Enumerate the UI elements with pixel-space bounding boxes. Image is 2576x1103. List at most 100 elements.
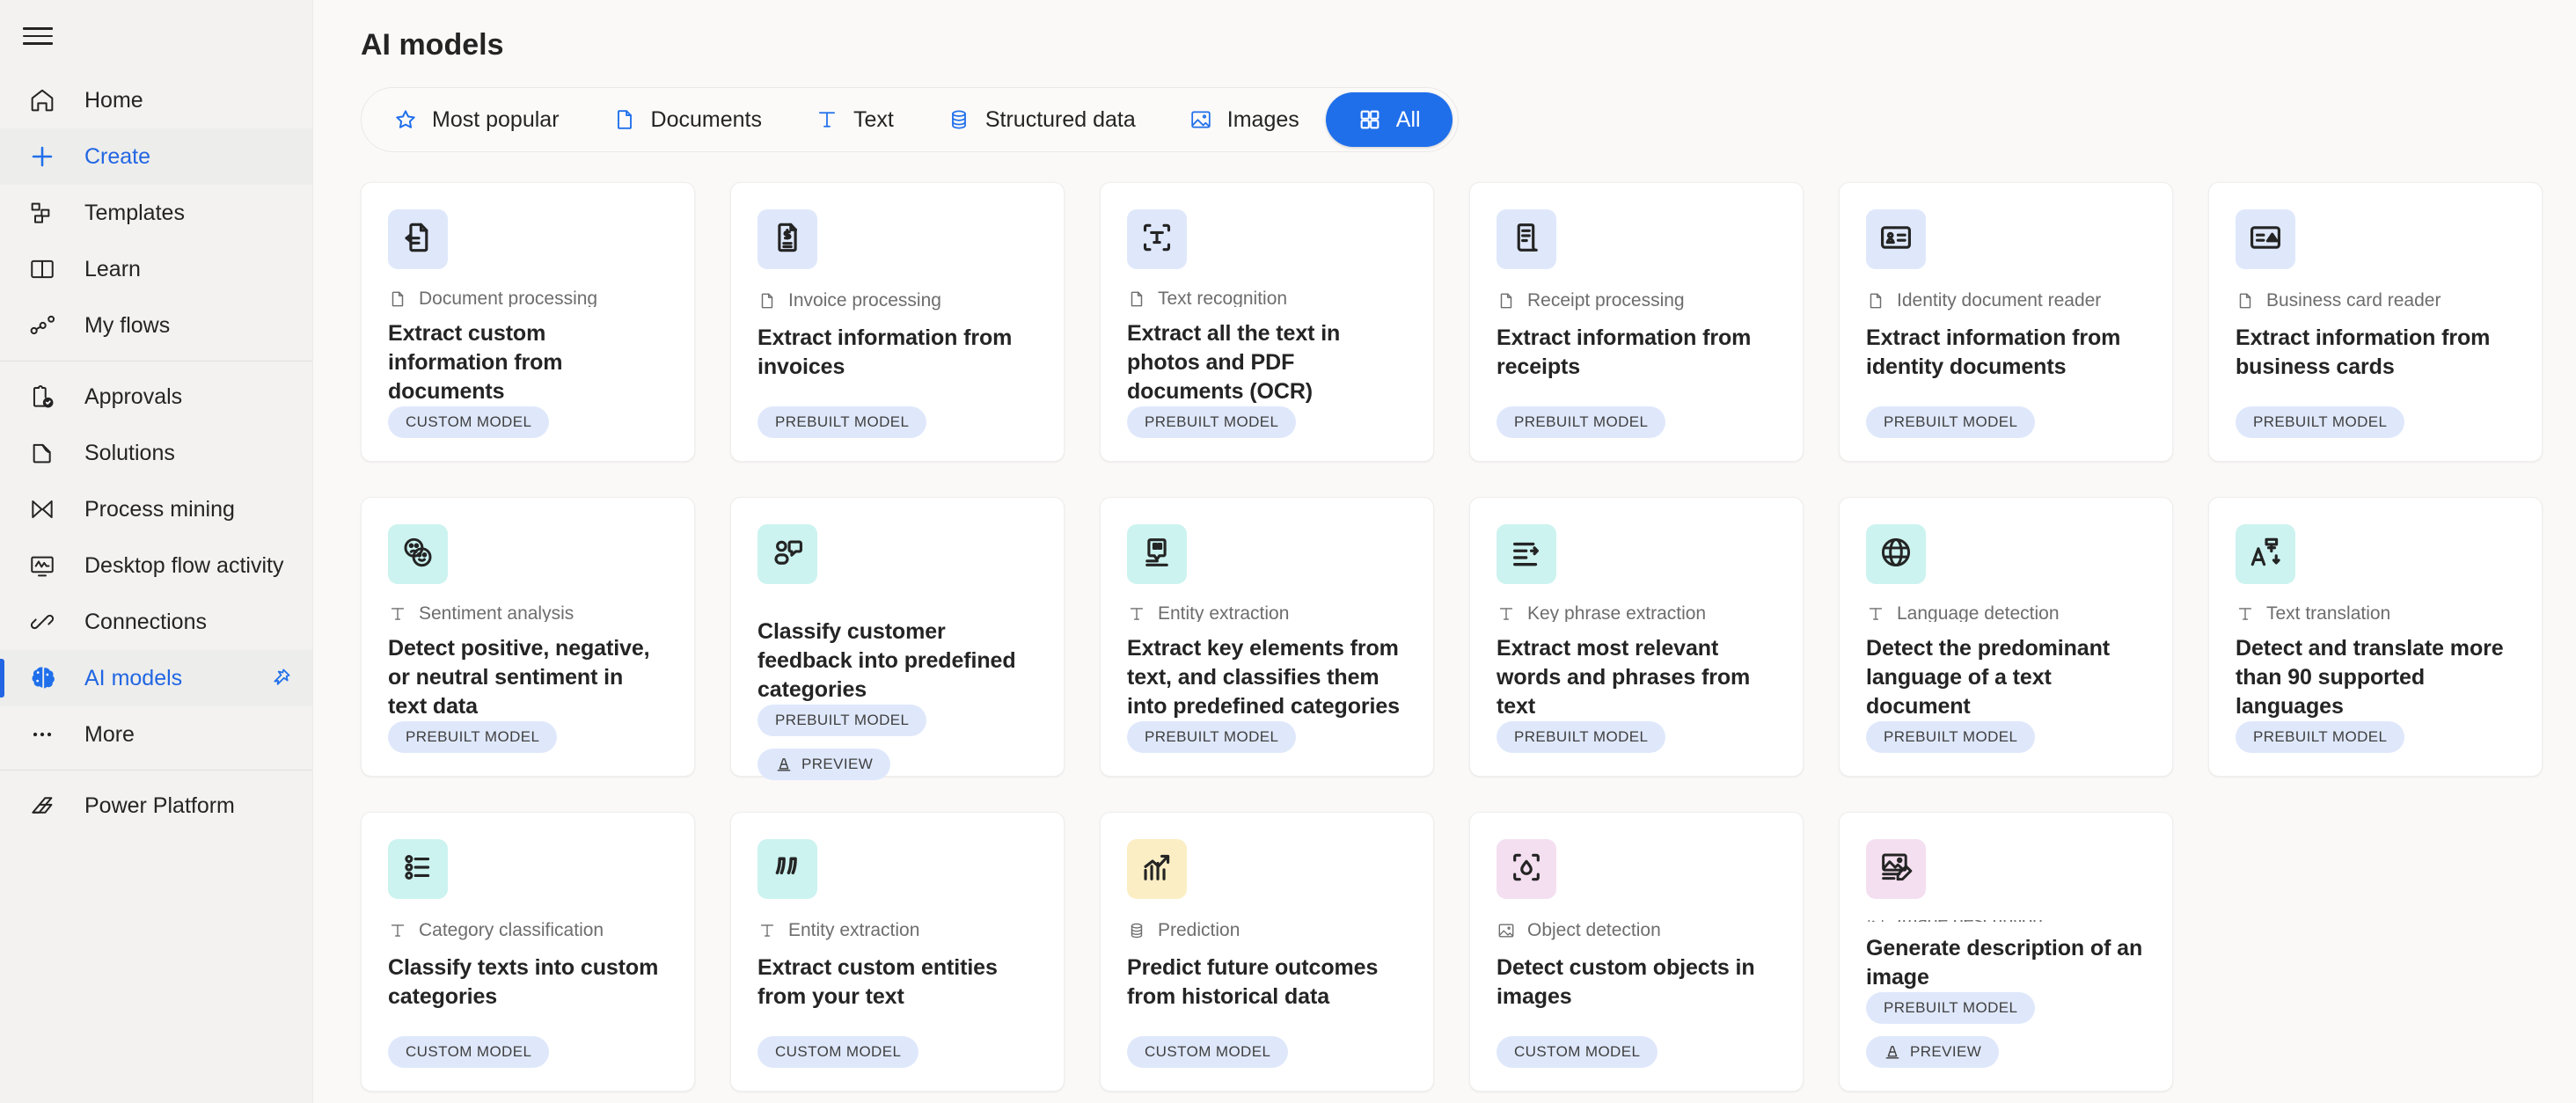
card-badges: CUSTOM MODEL [388, 1036, 668, 1068]
image-icon [1189, 107, 1213, 132]
filter-label: Structured data [984, 106, 1136, 132]
model-card[interactable]: Sentiment analysis Detect positive, negat… [361, 497, 695, 777]
card-category: Entity extraction [757, 920, 1037, 941]
card-category-label: Sentiment analysis [419, 605, 574, 622]
filter-text[interactable]: Text [788, 92, 920, 147]
card-category: Sentiment analysis [388, 605, 668, 622]
card-category: Identity document reader [1866, 290, 2146, 311]
model-card[interactable]: Object detection Detect custom objects in… [1469, 812, 1804, 1092]
card-badges: PREBUILT MODEL PREVIEW [757, 705, 1037, 780]
sidebar-item-desktop-flow-activity[interactable]: Desktop flow activity [0, 537, 312, 594]
card-headline: Extract custom information from document… [388, 321, 563, 404]
sidebar-item-my-flows[interactable]: My flows [0, 297, 312, 354]
filter-images[interactable]: Images [1162, 92, 1326, 147]
model-card[interactable]: Invoice processing Extract information fr… [730, 182, 1065, 462]
sentiment-faces-icon [399, 534, 436, 575]
card-category: Entity extraction [1127, 605, 1407, 622]
card-icon-tile [1127, 524, 1187, 584]
pin-icon[interactable] [268, 666, 293, 690]
model-card[interactable]: Key phrase extraction Extract most releva… [1469, 497, 1804, 777]
sidebar-item-solutions[interactable]: Solutions [0, 425, 312, 481]
book-icon [23, 250, 62, 289]
card-icon-tile [757, 524, 817, 584]
model-card[interactable]: Image description Generate description of… [1839, 812, 2173, 1092]
card-badges: PREBUILT MODEL PREVIEW [1866, 992, 2146, 1068]
filter-label: Documents [650, 106, 762, 132]
model-card[interactable]: Language detection Detect the predominant… [1839, 497, 2173, 777]
filter-all[interactable]: All [1325, 92, 1453, 147]
sidebar-item-create[interactable]: Create [0, 128, 312, 185]
filter-documents[interactable]: Documents [586, 92, 788, 147]
model-card[interactable]: Category classification Classify texts in… [361, 812, 695, 1092]
card-badges: PREBUILT MODEL [388, 721, 668, 753]
model-cards-grid: Document processing Extract custom inform… [313, 152, 2576, 1103]
card-category-label: Object detection [1527, 920, 1661, 940]
document-icon [612, 107, 637, 132]
badge-prebuilt-model: PREBUILT MODEL [757, 705, 927, 736]
badge-prebuilt-model: PREBUILT MODEL [1127, 406, 1297, 438]
text-icon [815, 107, 839, 132]
ai-models-icon [23, 659, 62, 698]
menu-icon[interactable] [0, 7, 312, 65]
text-icon [1866, 605, 1885, 622]
model-card[interactable]: Category classificationClassify customer… [730, 497, 1065, 780]
badge-label: PREBUILT MODEL [775, 712, 910, 728]
card-headline: Predict future outcomes from historical … [1127, 955, 1379, 1009]
model-card[interactable]: Business card reader Extract information … [2208, 182, 2543, 462]
card-badges: PREBUILT MODEL [1127, 406, 1407, 438]
card-icon-tile [1866, 839, 1926, 899]
object-detection-icon [1508, 849, 1545, 890]
badge-label: CUSTOM MODEL [775, 1043, 902, 1060]
badge-label: PREBUILT MODEL [1145, 728, 1279, 745]
sidebar-item-ai-models[interactable]: AI models [0, 650, 312, 706]
model-card[interactable]: Entity extraction Extract key elements fr… [1100, 497, 1434, 777]
sidebar-item-learn[interactable]: Learn [0, 241, 312, 297]
sidebar-item-home[interactable]: Home [0, 72, 312, 128]
sidebar-item-process-mining[interactable]: Process mining [0, 481, 312, 537]
document-extract-icon [399, 219, 436, 260]
card-icon-tile [1497, 209, 1556, 269]
card-icon-tile [2236, 524, 2295, 584]
model-card[interactable]: Text recognition Extract all the text in … [1100, 182, 1434, 462]
card-badges: PREBUILT MODEL [1497, 406, 1776, 438]
filter-structured-data[interactable]: Structured data [920, 92, 1162, 147]
card-category-label: Image description [1897, 920, 2043, 922]
power-platform-icon [23, 786, 62, 825]
filter-label: Images [1226, 106, 1299, 132]
sidebar-item-label: Home [84, 87, 143, 113]
solutions-icon [23, 434, 62, 472]
model-card[interactable]: Receipt processing Extract information fr… [1469, 182, 1804, 462]
filter-most-popular[interactable]: Most popular [367, 92, 586, 147]
cards-scroll-area[interactable]: Document processing Extract custom inform… [313, 152, 2576, 1103]
card-category-label: Key phrase extraction [1527, 605, 1707, 622]
model-card[interactable]: Prediction Predict future outcomes from h… [1100, 812, 1434, 1092]
card-headline: Extract most relevant words and phrases … [1497, 636, 1751, 719]
model-card[interactable]: Identity document reader Extract informat… [1839, 182, 2173, 462]
model-card[interactable]: Document processing Extract custom inform… [361, 182, 695, 462]
card-icon-tile [388, 524, 448, 584]
card-category-label: Language detection [1897, 605, 2060, 622]
sidebar-item-connections[interactable]: Connections [0, 594, 312, 650]
badge-preview: PREVIEW [757, 749, 891, 780]
document-icon [1127, 290, 1146, 307]
badge-label: CUSTOM MODEL [1145, 1043, 1271, 1060]
model-card[interactable]: Text translation Detect and translate mor… [2208, 497, 2543, 777]
sidebar-item-templates[interactable]: Templates [0, 185, 312, 241]
card-category-label: Document processing [419, 290, 598, 307]
sidebar-item-power-platform[interactable]: Power Platform [0, 778, 312, 834]
card-category: Object detection [1497, 920, 1776, 941]
sidebar-item-more[interactable]: More [0, 706, 312, 763]
model-card[interactable]: Entity extraction Extract custom entities… [730, 812, 1065, 1092]
flow-icon [23, 306, 62, 345]
text-icon [388, 605, 407, 622]
star-icon [393, 107, 418, 132]
desktop-flow-icon [23, 546, 62, 585]
sidebar-item-approvals[interactable]: Approvals [0, 369, 312, 425]
card-category: Text translation [2236, 605, 2515, 622]
sidebar-item-label: More [84, 721, 135, 747]
badge-prebuilt-model: PREBUILT MODEL [2236, 406, 2405, 438]
badge-preview: PREVIEW [1866, 1036, 2000, 1068]
card-icon-tile [757, 839, 817, 899]
badge-label: PREBUILT MODEL [406, 728, 540, 745]
database-icon [947, 107, 971, 132]
